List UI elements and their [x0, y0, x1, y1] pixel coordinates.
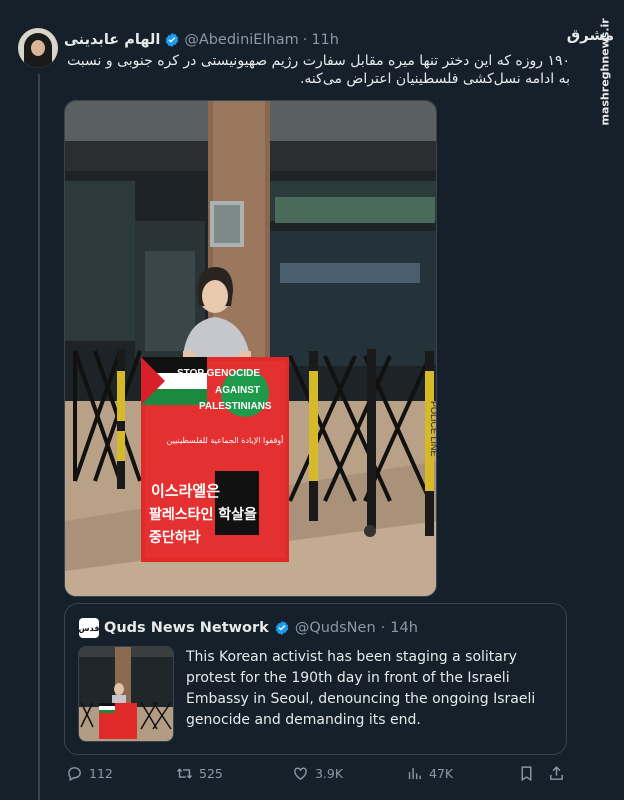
quote-time[interactable]: 14h: [390, 620, 418, 636]
repost-icon: [176, 768, 193, 779]
bookmark-icon: [521, 766, 532, 782]
like-count: 3.9K: [315, 766, 344, 781]
heart-icon: [294, 767, 307, 781]
author-handle[interactable]: @AbediniElham: [184, 32, 298, 48]
reply-icon: [68, 767, 81, 782]
author-name[interactable]: الهام عابدینی: [64, 32, 160, 48]
watermark: مشرق mashreghnews.ir: [567, 12, 618, 132]
repost-count: 525: [199, 766, 223, 781]
quote-thumbnail-scene: [79, 647, 173, 741]
share-icon: [550, 766, 563, 780]
repost-button[interactable]: 525: [176, 765, 223, 782]
quoted-tweet[interactable]: قدس Quds News Network @QudsNen · 14h Thi…: [64, 603, 567, 755]
reply-button[interactable]: 112: [66, 765, 113, 782]
thread-line: [38, 74, 40, 800]
reply-count: 112: [89, 766, 113, 781]
share-button[interactable]: [548, 765, 565, 782]
quote-verified-badge-icon: [275, 621, 289, 635]
action-bar: 112 525 3.9K 47K: [64, 765, 568, 787]
avatar[interactable]: [18, 28, 58, 68]
views-count: 47K: [429, 766, 454, 781]
quote-author-handle[interactable]: @QudsNen: [295, 620, 376, 636]
sign-english-2: AGAINST: [215, 385, 260, 396]
bookmark-button[interactable]: [518, 765, 535, 782]
sign-korean-3: 중단하라: [149, 529, 201, 546]
quote-separator-dot: ·: [380, 620, 386, 636]
sign-korean-2: 팔레스타인 학살을: [149, 506, 257, 523]
sign-korean-1: 이스라엘은: [151, 482, 220, 500]
quote-header: قدس Quds News Network @QudsNen · 14h: [79, 618, 418, 638]
quote-author-name[interactable]: Quds News Network: [104, 620, 269, 636]
quote-text: This Korean activist has been staging a …: [186, 649, 536, 728]
quds-logo[interactable]: قدس: [79, 618, 99, 638]
police-line-label: POLICE LINE: [429, 401, 437, 457]
views-chart-icon: [408, 767, 421, 780]
avatar-face: [31, 40, 45, 56]
tweet-text: ۱۹۰ روزه که این دختر تنها میره مقابل سفا…: [67, 53, 570, 87]
tweet-header: الهام عابدینی @AbediniElham · 11h: [64, 30, 339, 50]
views-button[interactable]: 47K: [406, 765, 453, 782]
sign-english-3: PALESTINIANS: [199, 401, 272, 412]
quote-thumbnail[interactable]: [78, 646, 174, 742]
tweet-time[interactable]: 11h: [311, 32, 339, 48]
watermark-site: mashreghnews.ir: [598, 18, 612, 126]
sign-english-1: STOP GENOCIDE: [177, 368, 260, 379]
verified-badge-icon: [166, 33, 179, 47]
sign-arabic: أوقفوا الإبادة الجماعية للفلسطينيين: [167, 435, 284, 446]
separator-dot: ·: [302, 32, 308, 48]
tweet-photo[interactable]: POLICE LINE STOP GENOCIDE AGAINST PALEST…: [64, 100, 437, 597]
like-button[interactable]: 3.9K: [292, 765, 343, 782]
photo-scene: POLICE LINE STOP GENOCIDE AGAINST PALEST…: [65, 101, 437, 596]
